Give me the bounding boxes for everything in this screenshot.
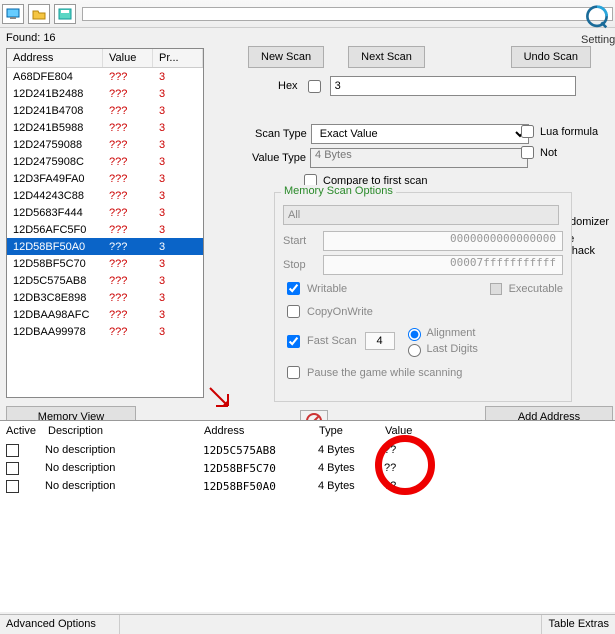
active-checkbox[interactable] [6,462,19,475]
address-list-row[interactable]: No description12D58BF50A04 Bytes?? [0,477,615,495]
undo-scan-button[interactable]: Undo Scan [511,46,591,68]
scan-type-label: Scan Type [255,128,307,140]
memscan-region-select[interactable]: All [283,205,559,225]
address-list-row[interactable]: No description12D5C575AB84 Bytes?? [0,441,615,459]
scan-type-select[interactable]: Exact Value [311,124,529,144]
table-row[interactable]: 12DBAA99978???3 [7,323,203,340]
table-row[interactable]: 12DB3C8E898???3 [7,289,203,306]
col-previous[interactable]: Pr... [153,49,203,67]
stop-address-input[interactable]: 00007fffffffffff [323,255,563,275]
status-bar: Advanced Options Table Extras [0,614,615,634]
fastscan-value-input[interactable] [365,332,395,350]
new-scan-button[interactable]: New Scan [248,46,324,68]
hex-label: Hex [278,80,298,92]
col-value[interactable]: Value [103,49,153,67]
table-extras-button[interactable]: Table Extras [541,615,615,634]
table-row[interactable]: 12D2475908C???3 [7,153,203,170]
address-list[interactable]: Active Description Address Type Value No… [0,420,615,612]
table-row[interactable]: 12D241B5988???3 [7,119,203,136]
table-row[interactable]: 12D58BF50A0???3 [7,238,203,255]
table-row[interactable]: 12D3FA49FA0???3 [7,170,203,187]
table-row[interactable]: 12D58BF5C70???3 [7,255,203,272]
executable-checkbox[interactable] [490,283,502,295]
active-checkbox[interactable] [6,444,19,457]
table-row[interactable]: 12D24759088???3 [7,136,203,153]
table-row[interactable]: 12D5683F444???3 [7,204,203,221]
advanced-options-button[interactable]: Advanced Options [0,615,120,634]
found-count: Found: 16 [6,32,56,44]
results-header: Address Value Pr... [7,49,203,68]
table-row[interactable]: 12D44243C88???3 [7,187,203,204]
scan-results-table[interactable]: Address Value Pr... A68DFE804???312D241B… [6,48,204,398]
hex-checkbox[interactable] [308,80,321,93]
fastscan-checkbox[interactable] [287,335,300,348]
value-type-select[interactable]: 4 Bytes [310,148,528,168]
lastdigits-radio[interactable] [408,344,421,357]
toolbar [0,0,615,28]
value-type-label: Value Type [252,152,306,164]
pause-checkbox[interactable] [287,366,300,379]
not-checkbox[interactable] [521,146,534,159]
start-address-input[interactable]: 0000000000000000 [323,231,563,251]
table-row[interactable]: 12D56AFC5F0???3 [7,221,203,238]
active-checkbox[interactable] [6,480,19,493]
copyonwrite-checkbox[interactable] [287,305,300,318]
memscan-title: Memory Scan Options [281,185,396,197]
table-row[interactable]: 12D241B2488???3 [7,85,203,102]
scan-value-input[interactable] [330,76,576,96]
lua-formula-checkbox[interactable] [521,125,534,138]
memory-scan-options-group: Memory Scan Options All Start00000000000… [274,192,572,402]
col-address[interactable]: Address [7,49,103,67]
save-icon[interactable] [54,4,76,24]
alignment-radio[interactable] [408,328,421,341]
add-to-list-arrow-icon[interactable] [208,386,232,410]
table-row[interactable]: 12DBAA98AFC???3 [7,306,203,323]
table-row[interactable]: 12D241B4708???3 [7,102,203,119]
process-icon[interactable] [2,4,24,24]
open-icon[interactable] [28,4,50,24]
writable-checkbox[interactable] [287,282,300,295]
address-list-row[interactable]: No description12D58BF5C704 Bytes?? [0,459,615,477]
next-scan-button[interactable]: Next Scan [348,46,425,68]
table-row[interactable]: 12D5C575AB8???3 [7,272,203,289]
toolbar-progress [82,7,613,21]
address-list-header: Active Description Address Type Value [0,421,615,441]
table-row[interactable]: A68DFE804???3 [7,68,203,85]
